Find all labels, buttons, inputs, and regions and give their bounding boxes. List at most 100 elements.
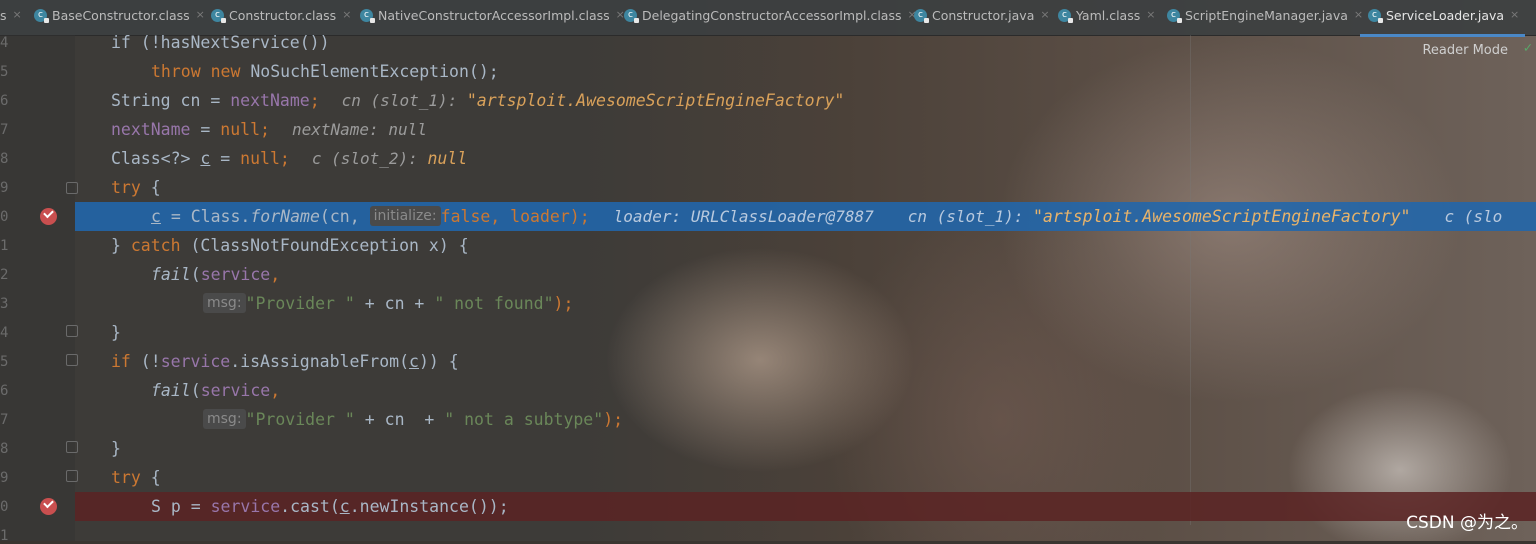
code-text: .isAssignableFrom( — [230, 352, 410, 371]
field: nextName — [111, 120, 191, 139]
code-text: } — [111, 323, 121, 342]
debug-hint-value: "artsploit.AwesomeScriptEngineFactory" — [466, 91, 845, 110]
code-line: Class<?> c = null; c (slot_2): null — [75, 144, 1536, 173]
close-icon[interactable]: × — [1040, 8, 1049, 21]
punct: ; — [260, 120, 270, 139]
code-text: if (!hasNextService()) — [111, 33, 330, 52]
keyword: null — [240, 149, 280, 168]
string-literal: " not found" — [434, 294, 554, 313]
code-line: } — [75, 318, 1536, 347]
code-text: S p = — [151, 497, 211, 516]
line-number: 6 — [0, 383, 9, 399]
tab-label: NativeConstructorAccessorImpl.class — [378, 8, 610, 23]
close-icon[interactable]: × — [1510, 8, 1519, 21]
debug-hint: cn (slot_1): — [341, 91, 467, 110]
line-number: 0 — [0, 209, 9, 225]
line-number: 0 — [0, 499, 9, 515]
class-icon: c — [1368, 9, 1383, 23]
field: service — [160, 352, 231, 371]
punct: , — [270, 265, 281, 284]
punct: ; — [309, 91, 320, 110]
breakpoint-icon[interactable] — [40, 208, 57, 225]
class-icon: c — [34, 9, 49, 23]
variable: c — [339, 497, 350, 516]
code-line: msg: "Provider " + cn + " not a subtype")… — [75, 405, 1536, 434]
code-line-breakpoint: S p = service.cast(c.newInstance()); — [75, 492, 1536, 521]
keyword: try — [111, 178, 141, 197]
code-line-execution-point: c = Class.forName(cn, initialize: false, … — [75, 202, 1536, 231]
code-text: { — [140, 468, 161, 487]
code-line: if (!hasNextService()) — [75, 28, 1536, 57]
debug-hint: nextName: null — [291, 120, 427, 139]
string-literal: "Provider " — [245, 410, 355, 429]
field: service — [200, 265, 271, 284]
line-number: 6 — [0, 93, 9, 109]
line-number: 1 — [0, 238, 9, 254]
code-text: Class<?> — [111, 149, 201, 168]
tab-truncated[interactable]: s × — [0, 8, 22, 35]
line-number: 5 — [0, 64, 9, 80]
variable: c — [409, 352, 419, 371]
line-number: 8 — [0, 441, 9, 457]
code-text: (cn, — [319, 207, 370, 226]
line-number: 1 — [0, 528, 9, 544]
tab-label: Constructor.java — [932, 8, 1035, 23]
code-text: (! — [130, 352, 161, 371]
parameter-hint: initialize: — [369, 206, 441, 226]
field: service — [210, 497, 281, 516]
keyword: null — [220, 120, 261, 139]
code-line: throw new NoSuchElementException(); — [75, 57, 1536, 86]
code-line: try { — [75, 463, 1536, 492]
code-line: nextName = null; nextName: null — [75, 115, 1536, 144]
code-text: )) { — [418, 352, 459, 371]
code-editor[interactable]: if (!hasNextService()) throw new NoSuchE… — [75, 33, 1536, 541]
close-icon[interactable]: × — [1354, 8, 1363, 21]
line-number: 3 — [0, 296, 9, 312]
close-icon[interactable]: × — [342, 8, 351, 21]
code-text: + cn + — [354, 410, 445, 429]
punct: ); — [553, 294, 574, 313]
code-text: (ClassNotFoundException x) { — [180, 236, 469, 255]
close-icon[interactable]: × — [1146, 8, 1155, 21]
class-icon: c — [1167, 9, 1182, 23]
punct: ); — [603, 410, 624, 429]
debug-hint: c (slo — [1444, 207, 1503, 226]
tab-label: s — [0, 8, 7, 23]
breakpoint-icon[interactable] — [40, 498, 57, 515]
debug-hint-value: null — [427, 149, 468, 168]
code-line: if (!service.isAssignableFrom(c)) { — [75, 347, 1536, 376]
code-text: = — [190, 120, 221, 139]
field: service — [200, 381, 271, 400]
code-text: ( — [190, 381, 201, 400]
class-icon: c — [1058, 9, 1073, 23]
string-literal: "Provider " — [245, 294, 355, 313]
code-text: NoSuchElementException(); — [240, 62, 499, 81]
line-number: 4 — [0, 325, 9, 341]
code-line: msg: "Provider " + cn + " not found"); — [75, 289, 1536, 318]
code-line: try { — [75, 173, 1536, 202]
class-icon: c — [914, 9, 929, 23]
close-icon[interactable]: × — [196, 8, 205, 21]
code-line: } catch (ClassNotFoundException x) { — [75, 231, 1536, 260]
keyword: throw new — [151, 62, 241, 81]
code-line: fail(service, — [75, 260, 1536, 289]
code-text: } — [111, 439, 121, 458]
code-text: = — [210, 149, 241, 168]
variable: c — [151, 207, 161, 226]
code-text: String cn = — [111, 91, 231, 110]
code-text: { — [140, 178, 161, 197]
field: nextName — [230, 91, 310, 110]
debug-hint-value: "artsploit.AwesomeScriptEngineFactory" — [1032, 207, 1411, 226]
method: forName — [250, 207, 320, 226]
variable: c — [200, 149, 211, 168]
class-icon: c — [211, 9, 226, 23]
close-icon[interactable]: × — [13, 8, 22, 21]
watermark: CSDN @为之。 — [1406, 513, 1528, 533]
keyword: try — [111, 468, 141, 487]
code-text: .cast( — [280, 497, 340, 516]
editor-gutter: 4 5 6 7 8 9 0 1 2 3 4 5 6 7 8 9 0 1 — [0, 35, 78, 544]
line-number: 2 — [0, 267, 9, 283]
punct: ); — [569, 207, 590, 226]
line-number: 7 — [0, 412, 9, 428]
code-text: + cn + — [354, 294, 435, 313]
